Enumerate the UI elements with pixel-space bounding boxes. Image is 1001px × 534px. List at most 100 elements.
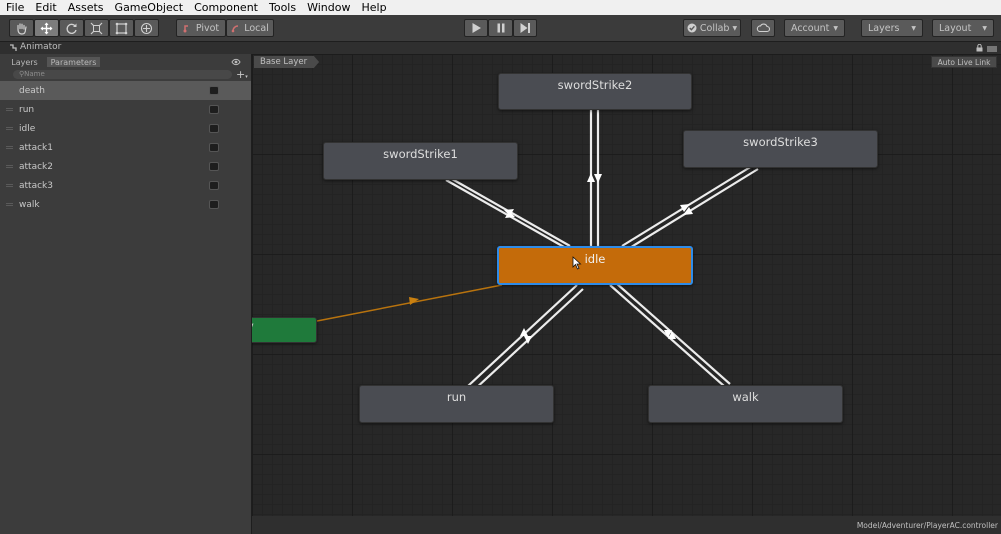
- breadcrumb-base-layer[interactable]: Base Layer: [254, 56, 320, 68]
- rect-tool-button[interactable]: [109, 19, 134, 37]
- animator-tab-title[interactable]: Animator: [20, 42, 61, 52]
- pivot-label: Pivot: [195, 22, 220, 34]
- move-tool-icon: [40, 22, 53, 34]
- drag-handle-icon[interactable]: [6, 89, 13, 92]
- scale-tool-icon: [90, 22, 103, 34]
- state-idle[interactable]: idle: [497, 246, 693, 285]
- drag-handle-icon[interactable]: [6, 165, 13, 168]
- collab-dropdown[interactable]: Collab ▼: [683, 19, 741, 37]
- collab-label: Collab: [699, 22, 730, 34]
- transform-tool-button[interactable]: [134, 19, 159, 37]
- trigger-checkbox[interactable]: [209, 124, 219, 133]
- trigger-checkbox[interactable]: [209, 200, 219, 209]
- transition-layer: [316, 110, 759, 391]
- state-label: run: [446, 390, 467, 404]
- pivot-toggle[interactable]: Pivot: [176, 19, 226, 37]
- state-walk[interactable]: walk: [648, 385, 843, 423]
- state-entry[interactable]: y: [252, 317, 317, 343]
- menu-icon[interactable]: [987, 46, 997, 52]
- state-label: swordStrike2: [557, 78, 633, 92]
- menu-window[interactable]: Window: [301, 1, 355, 14]
- eye-icon[interactable]: [231, 58, 241, 66]
- drag-handle-icon[interactable]: [6, 203, 13, 206]
- drag-handle-icon[interactable]: [6, 184, 13, 187]
- parameter-row-attack2[interactable]: attack2: [0, 157, 251, 176]
- parameter-name: run: [19, 104, 35, 115]
- entry-transition[interactable]: [316, 284, 503, 322]
- rotate-tool-icon: [66, 23, 77, 34]
- transform-tool-icon: [140, 22, 153, 34]
- menu-gameobject[interactable]: GameObject: [109, 1, 189, 14]
- menu-assets[interactable]: Assets: [62, 1, 109, 14]
- step-button[interactable]: [513, 19, 537, 37]
- trigger-checkbox[interactable]: [209, 105, 219, 114]
- trigger-checkbox[interactable]: [209, 181, 219, 190]
- layers-label: Layers: [868, 22, 900, 34]
- local-toggle[interactable]: Local: [226, 19, 274, 37]
- menu-edit[interactable]: Edit: [29, 1, 61, 14]
- parameter-name: attack3: [19, 180, 53, 191]
- parameter-row-attack3[interactable]: attack3: [0, 176, 251, 195]
- state-swordStrike2[interactable]: swordStrike2: [498, 73, 692, 110]
- parameter-row-attack1[interactable]: attack1: [0, 138, 251, 157]
- parameter-name: attack2: [19, 161, 53, 172]
- cloud-button[interactable]: [751, 19, 775, 37]
- trigger-checkbox[interactable]: [209, 86, 219, 95]
- menu-component[interactable]: Component: [188, 1, 263, 14]
- status-bar: Model/Adventurer/PlayerAC.controller: [252, 516, 1001, 534]
- drag-handle-icon[interactable]: [6, 146, 13, 149]
- trigger-checkbox[interactable]: [209, 143, 219, 152]
- mouse-cursor-icon: [572, 256, 582, 270]
- state-label: y: [252, 319, 254, 333]
- auto-live-link-button[interactable]: Auto Live Link: [931, 56, 997, 68]
- search-placeholder: Name: [24, 70, 45, 78]
- move-tool-button[interactable]: [34, 19, 59, 37]
- chevron-down-icon: ▼: [982, 24, 987, 32]
- parameter-row-walk[interactable]: walk: [0, 195, 251, 214]
- chevron-down-icon: ▼: [732, 24, 738, 32]
- account-label: Account: [791, 22, 830, 34]
- parameter-row-run[interactable]: run: [0, 100, 251, 119]
- lock-icon[interactable]: [976, 44, 983, 52]
- menu-tools[interactable]: Tools: [263, 1, 301, 14]
- drag-handle-icon[interactable]: [6, 108, 13, 111]
- add-parameter-button[interactable]: +▾: [236, 68, 248, 81]
- menu-help[interactable]: Help: [355, 1, 391, 14]
- arrow-icon: [594, 174, 602, 183]
- hand-tool-button[interactable]: [9, 19, 34, 37]
- local-label: Local: [244, 22, 269, 34]
- chevron-down-icon: ▾: [245, 74, 248, 80]
- state-run[interactable]: run: [359, 385, 554, 423]
- animator-window-header: Animator: [0, 42, 1001, 54]
- pause-icon: [497, 23, 504, 33]
- state-label: swordStrike1: [383, 147, 458, 161]
- layout-dropdown[interactable]: Layout ▼: [932, 19, 994, 37]
- state-label: swordStrike3: [743, 135, 818, 149]
- menu-file[interactable]: File: [0, 1, 29, 14]
- animator-graph-canvas[interactable]: Base Layer Auto Live Link y swordStrike2…: [252, 54, 1001, 516]
- rotate-tool-button[interactable]: [59, 19, 84, 37]
- drag-handle-icon[interactable]: [6, 127, 13, 130]
- cloud-icon: [756, 23, 770, 33]
- transition-swordStrike3-idle[interactable]: [627, 168, 759, 250]
- parameter-row-idle[interactable]: idle: [0, 119, 251, 138]
- play-button[interactable]: [464, 19, 488, 37]
- tab-layers[interactable]: Layers: [6, 57, 43, 67]
- state-swordStrike1[interactable]: swordStrike1: [323, 142, 518, 180]
- pause-button[interactable]: [488, 19, 513, 37]
- parameter-row-death[interactable]: death: [0, 81, 251, 100]
- transition-swordStrike1-idle[interactable]: [445, 179, 565, 248]
- tab-parameters[interactable]: Parameters: [47, 57, 100, 67]
- layers-dropdown[interactable]: Layers ▼: [861, 19, 923, 37]
- parameter-name: attack1: [19, 142, 53, 153]
- layout-label: Layout: [939, 22, 972, 34]
- play-icon: [472, 23, 481, 33]
- state-label: idle: [584, 252, 606, 266]
- animator-icon: [10, 44, 17, 51]
- account-dropdown[interactable]: Account ▼: [784, 19, 845, 37]
- state-swordStrike3[interactable]: swordStrike3: [683, 130, 878, 168]
- trigger-checkbox[interactable]: [209, 162, 219, 171]
- menu-bar: File Edit Assets GameObject Component To…: [0, 0, 1001, 15]
- scale-tool-button[interactable]: [84, 19, 109, 37]
- parameter-search-input[interactable]: ⚲Name: [13, 70, 232, 79]
